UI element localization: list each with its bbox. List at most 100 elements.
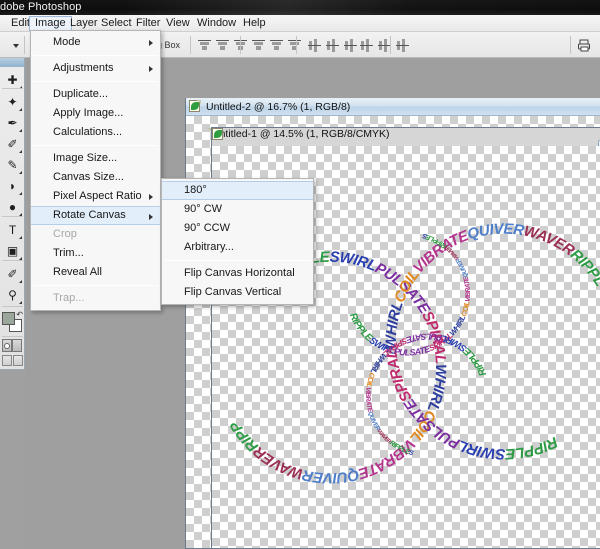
menu-item-mode[interactable]: Mode <box>31 33 160 52</box>
menu-item-flip-canvas-vertical[interactable]: Flip Canvas Vertical <box>162 283 313 302</box>
screen-mode-group[interactable] <box>2 355 23 368</box>
document-titlebar-untitled-2[interactable]: Untitled-2 @ 16.7% (1, RGB/8) <box>186 98 600 116</box>
print-icon[interactable] <box>576 37 593 54</box>
menu-item-image-size[interactable]: Image Size... <box>31 149 160 168</box>
clone-stamp-icon: ✎ <box>7 158 18 172</box>
menu-item-reveal-all[interactable]: Reveal All <box>31 263 160 282</box>
tool-expand-triangle-icon[interactable] <box>19 150 22 153</box>
artwork-word: PULSATE <box>212 146 219 150</box>
align-vertical-centers-icon[interactable] <box>214 37 231 54</box>
tool-expand-triangle-icon[interactable] <box>19 129 22 132</box>
type-tool[interactable]: T <box>2 220 23 240</box>
tool-expand-triangle-icon[interactable] <box>19 171 22 174</box>
artwork-word: WHIRL <box>424 364 450 415</box>
zoom-icon: ⚲ <box>8 288 17 302</box>
distribute-top-edges-icon[interactable] <box>306 37 323 54</box>
artwork-word: COIL <box>212 146 218 150</box>
menu-item-pixel-aspect-ratio[interactable]: Pixel Aspect Ratio <box>31 187 160 206</box>
artwork-word: SPIRAL <box>212 146 218 150</box>
menu-item-apply-image[interactable]: Apply Image... <box>31 104 160 123</box>
align-left-edges-icon[interactable] <box>250 37 267 54</box>
swap-colors-icon[interactable]: ↶ <box>16 310 23 319</box>
toolbox-drag-handle[interactable] <box>0 58 24 67</box>
menu-item-adjustments[interactable]: Adjustments <box>31 59 160 78</box>
artwork-word: PULSATE <box>212 146 215 148</box>
application-title: dobe Photoshop <box>0 1 82 13</box>
distribute-left-edges-icon[interactable] <box>358 37 375 54</box>
rotate-canvas-submenu[interactable]: 180° 90° CW 90° CCW Arbitrary... Flip Canvas… <box>161 178 314 305</box>
toolbox-palette: ✚ ✦ ✒ ✐ ✎ ◗ ● T ▣ ✐ ⚲ ↶ <box>0 58 25 370</box>
lasso-tool[interactable]: ✒ <box>2 113 23 133</box>
submenu-arrow-icon <box>149 66 153 72</box>
menu-view[interactable]: View <box>161 16 195 31</box>
image-menu-dropdown[interactable]: Mode Adjustments Duplicate... Apply Image..… <box>30 30 161 311</box>
quick-mask-mode-icon[interactable] <box>12 339 22 352</box>
menu-item-180[interactable]: 180° <box>162 181 313 200</box>
brush-icon: ✐ <box>7 137 18 151</box>
foreground-color-swatch[interactable] <box>2 312 15 325</box>
artwork-word: PULSATE <box>212 146 215 148</box>
align-horizontal-centers-icon[interactable] <box>268 37 285 54</box>
color-swatches[interactable]: ↶ <box>2 310 23 334</box>
quick-mask-toggle[interactable] <box>2 339 23 354</box>
brush-tool[interactable]: ✐ <box>2 134 23 154</box>
menu-item-label: Image Size... <box>53 152 118 164</box>
distribute-bottom-edges-icon[interactable] <box>342 37 359 54</box>
move-tool[interactable]: ✚ <box>2 70 23 90</box>
tool-expand-triangle-icon[interactable] <box>19 108 22 111</box>
tool-expand-triangle-icon[interactable] <box>19 301 22 304</box>
tool-expand-triangle-icon[interactable] <box>19 192 22 195</box>
artwork-word: COIL <box>212 146 215 147</box>
submenu-arrow-icon <box>149 214 153 220</box>
align-right-edges-icon[interactable] <box>286 37 303 54</box>
artwork-word: COIL <box>212 146 218 150</box>
artwork-word: VIBRATE <box>212 146 214 147</box>
standard-screen-mode-icon[interactable] <box>2 355 12 366</box>
menu-item-duplicate[interactable]: Duplicate... <box>31 85 160 104</box>
chevron-down-icon[interactable] <box>13 44 19 48</box>
artwork-word: WAVER <box>212 146 222 150</box>
artwork-word: QUIVER <box>212 146 215 147</box>
artwork-word: PULSATE <box>212 146 219 150</box>
eyedropper-tool[interactable]: ✐ <box>2 264 23 284</box>
paint-bucket-tool[interactable]: ◗ <box>2 176 23 196</box>
artwork-word: WAVER <box>212 146 215 147</box>
magic-wand-tool[interactable]: ✦ <box>2 92 23 112</box>
artwork-word: WHIRL <box>212 146 215 148</box>
toolbox-divider <box>2 216 23 217</box>
lasso-icon: ✒ <box>7 116 18 130</box>
artwork-word: RIPPLE <box>504 433 561 462</box>
gradient-tool[interactable]: ▣ <box>2 241 23 261</box>
menu-item-label: Calculations... <box>53 126 123 138</box>
menu-item-rotate-canvas[interactable]: Rotate Canvas <box>31 206 160 225</box>
artwork-word: WHIRL <box>448 313 468 337</box>
zoom-tool[interactable]: ⚲ <box>2 285 23 305</box>
menu-item-crop: Crop <box>31 225 160 244</box>
menu-item-90-ccw[interactable]: 90° CCW <box>162 219 313 238</box>
menu-window[interactable]: Window <box>192 16 241 31</box>
menu-item-arbitrary[interactable]: Arbitrary... <box>162 238 313 257</box>
clone-stamp-tool[interactable]: ✎ <box>2 155 23 175</box>
menu-separator <box>33 285 158 286</box>
photoshop-document-icon <box>189 100 202 113</box>
standard-mode-icon[interactable] <box>2 339 12 352</box>
distribute-vertical-centers-icon[interactable] <box>324 37 341 54</box>
menu-item-label: Trim... <box>53 247 84 259</box>
dodge-burn-tool[interactable]: ● <box>2 197 23 217</box>
menu-item-trim[interactable]: Trim... <box>31 244 160 263</box>
move-icon: ✚ <box>7 73 18 87</box>
options-divider <box>390 36 391 54</box>
menu-item-90-cw[interactable]: 90° CW <box>162 200 313 219</box>
menu-help[interactable]: Help <box>238 16 271 31</box>
tool-expand-triangle-icon[interactable] <box>19 236 22 239</box>
menu-item-label: Trap... <box>53 292 85 304</box>
menu-item-canvas-size[interactable]: Canvas Size... <box>31 168 160 187</box>
titlebar-gloss <box>120 0 600 15</box>
full-screen-menubar-mode-icon[interactable] <box>13 355 23 366</box>
tool-expand-triangle-icon[interactable] <box>19 280 22 283</box>
align-top-edges-icon[interactable] <box>196 37 213 54</box>
distribute-right-edges-icon[interactable] <box>394 37 411 54</box>
toolbox-divider <box>2 260 23 261</box>
menu-item-calculations[interactable]: Calculations... <box>31 123 160 142</box>
menu-item-flip-canvas-horizontal[interactable]: Flip Canvas Horizontal <box>162 264 313 283</box>
